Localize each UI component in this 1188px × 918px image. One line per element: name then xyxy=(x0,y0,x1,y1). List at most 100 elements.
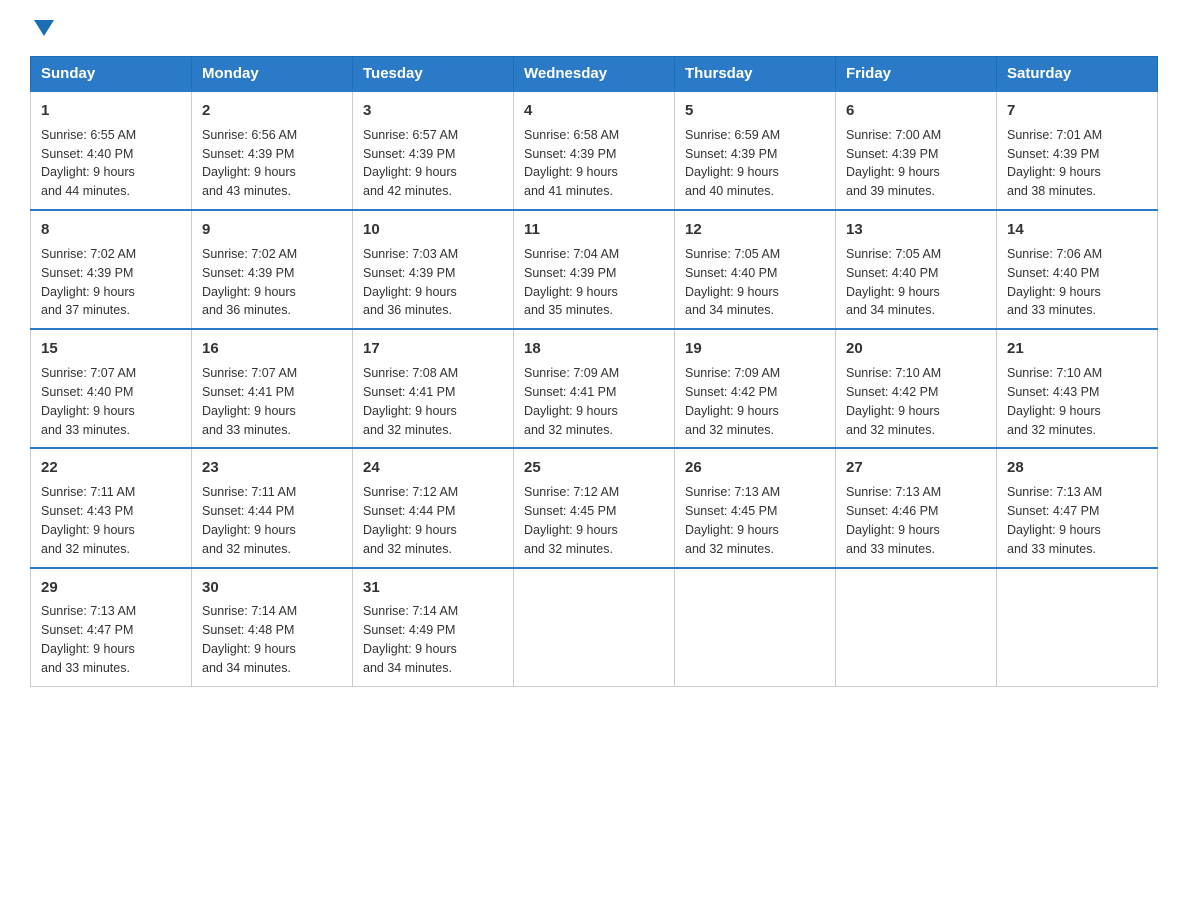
day-info: Sunrise: 7:05 AMSunset: 4:40 PMDaylight:… xyxy=(685,247,780,318)
day-info: Sunrise: 6:58 AMSunset: 4:39 PMDaylight:… xyxy=(524,128,619,199)
day-cell: 12 Sunrise: 7:05 AMSunset: 4:40 PMDaylig… xyxy=(675,210,836,329)
day-number: 20 xyxy=(846,338,986,360)
day-cell xyxy=(675,568,836,687)
day-cell: 31 Sunrise: 7:14 AMSunset: 4:49 PMDaylig… xyxy=(353,568,514,687)
day-number: 21 xyxy=(1007,338,1147,360)
day-info: Sunrise: 7:09 AMSunset: 4:41 PMDaylight:… xyxy=(524,366,619,437)
day-cell: 10 Sunrise: 7:03 AMSunset: 4:39 PMDaylig… xyxy=(353,210,514,329)
day-info: Sunrise: 7:05 AMSunset: 4:40 PMDaylight:… xyxy=(846,247,941,318)
day-number: 7 xyxy=(1007,100,1147,122)
day-number: 22 xyxy=(41,457,181,479)
day-number: 14 xyxy=(1007,219,1147,241)
day-cell: 16 Sunrise: 7:07 AMSunset: 4:41 PMDaylig… xyxy=(192,329,353,448)
day-cell: 1 Sunrise: 6:55 AMSunset: 4:40 PMDayligh… xyxy=(31,91,192,210)
day-info: Sunrise: 7:13 AMSunset: 4:45 PMDaylight:… xyxy=(685,485,780,556)
day-cell: 30 Sunrise: 7:14 AMSunset: 4:48 PMDaylig… xyxy=(192,568,353,687)
day-number: 9 xyxy=(202,219,342,241)
day-info: Sunrise: 7:03 AMSunset: 4:39 PMDaylight:… xyxy=(363,247,458,318)
day-number: 15 xyxy=(41,338,181,360)
day-cell: 29 Sunrise: 7:13 AMSunset: 4:47 PMDaylig… xyxy=(31,568,192,687)
day-number: 13 xyxy=(846,219,986,241)
column-header-wednesday: Wednesday xyxy=(514,57,675,92)
day-cell: 17 Sunrise: 7:08 AMSunset: 4:41 PMDaylig… xyxy=(353,329,514,448)
day-cell: 13 Sunrise: 7:05 AMSunset: 4:40 PMDaylig… xyxy=(836,210,997,329)
day-cell: 24 Sunrise: 7:12 AMSunset: 4:44 PMDaylig… xyxy=(353,448,514,567)
day-info: Sunrise: 7:01 AMSunset: 4:39 PMDaylight:… xyxy=(1007,128,1102,199)
day-cell xyxy=(836,568,997,687)
day-number: 19 xyxy=(685,338,825,360)
day-number: 11 xyxy=(524,219,664,241)
calendar-table: SundayMondayTuesdayWednesdayThursdayFrid… xyxy=(30,56,1158,687)
day-cell: 15 Sunrise: 7:07 AMSunset: 4:40 PMDaylig… xyxy=(31,329,192,448)
day-info: Sunrise: 7:08 AMSunset: 4:41 PMDaylight:… xyxy=(363,366,458,437)
column-header-saturday: Saturday xyxy=(997,57,1158,92)
page-header xyxy=(30,20,1158,36)
week-row-1: 1 Sunrise: 6:55 AMSunset: 4:40 PMDayligh… xyxy=(31,91,1158,210)
day-number: 24 xyxy=(363,457,503,479)
day-number: 29 xyxy=(41,577,181,599)
day-info: Sunrise: 7:11 AMSunset: 4:44 PMDaylight:… xyxy=(202,485,296,556)
day-info: Sunrise: 7:07 AMSunset: 4:41 PMDaylight:… xyxy=(202,366,297,437)
day-cell: 3 Sunrise: 6:57 AMSunset: 4:39 PMDayligh… xyxy=(353,91,514,210)
day-number: 6 xyxy=(846,100,986,122)
day-cell: 20 Sunrise: 7:10 AMSunset: 4:42 PMDaylig… xyxy=(836,329,997,448)
day-info: Sunrise: 7:14 AMSunset: 4:49 PMDaylight:… xyxy=(363,604,458,675)
day-number: 25 xyxy=(524,457,664,479)
day-number: 1 xyxy=(41,100,181,122)
day-info: Sunrise: 7:10 AMSunset: 4:42 PMDaylight:… xyxy=(846,366,941,437)
logo-triangle-icon xyxy=(34,20,54,36)
day-info: Sunrise: 7:02 AMSunset: 4:39 PMDaylight:… xyxy=(41,247,136,318)
day-cell: 14 Sunrise: 7:06 AMSunset: 4:40 PMDaylig… xyxy=(997,210,1158,329)
day-info: Sunrise: 7:12 AMSunset: 4:45 PMDaylight:… xyxy=(524,485,619,556)
day-info: Sunrise: 7:11 AMSunset: 4:43 PMDaylight:… xyxy=(41,485,135,556)
day-cell: 11 Sunrise: 7:04 AMSunset: 4:39 PMDaylig… xyxy=(514,210,675,329)
day-info: Sunrise: 6:55 AMSunset: 4:40 PMDaylight:… xyxy=(41,128,136,199)
day-cell: 4 Sunrise: 6:58 AMSunset: 4:39 PMDayligh… xyxy=(514,91,675,210)
day-cell: 23 Sunrise: 7:11 AMSunset: 4:44 PMDaylig… xyxy=(192,448,353,567)
day-number: 23 xyxy=(202,457,342,479)
day-info: Sunrise: 7:07 AMSunset: 4:40 PMDaylight:… xyxy=(41,366,136,437)
day-cell: 21 Sunrise: 7:10 AMSunset: 4:43 PMDaylig… xyxy=(997,329,1158,448)
day-cell: 26 Sunrise: 7:13 AMSunset: 4:45 PMDaylig… xyxy=(675,448,836,567)
day-number: 30 xyxy=(202,577,342,599)
day-number: 2 xyxy=(202,100,342,122)
column-header-monday: Monday xyxy=(192,57,353,92)
day-cell xyxy=(514,568,675,687)
week-row-2: 8 Sunrise: 7:02 AMSunset: 4:39 PMDayligh… xyxy=(31,210,1158,329)
day-number: 8 xyxy=(41,219,181,241)
column-header-sunday: Sunday xyxy=(31,57,192,92)
day-info: Sunrise: 7:04 AMSunset: 4:39 PMDaylight:… xyxy=(524,247,619,318)
day-cell: 2 Sunrise: 6:56 AMSunset: 4:39 PMDayligh… xyxy=(192,91,353,210)
column-header-thursday: Thursday xyxy=(675,57,836,92)
day-cell: 19 Sunrise: 7:09 AMSunset: 4:42 PMDaylig… xyxy=(675,329,836,448)
day-number: 10 xyxy=(363,219,503,241)
day-number: 4 xyxy=(524,100,664,122)
day-info: Sunrise: 7:14 AMSunset: 4:48 PMDaylight:… xyxy=(202,604,297,675)
day-cell: 6 Sunrise: 7:00 AMSunset: 4:39 PMDayligh… xyxy=(836,91,997,210)
day-info: Sunrise: 7:00 AMSunset: 4:39 PMDaylight:… xyxy=(846,128,941,199)
day-info: Sunrise: 6:56 AMSunset: 4:39 PMDaylight:… xyxy=(202,128,297,199)
day-number: 27 xyxy=(846,457,986,479)
day-info: Sunrise: 7:13 AMSunset: 4:47 PMDaylight:… xyxy=(1007,485,1102,556)
day-number: 31 xyxy=(363,577,503,599)
column-header-friday: Friday xyxy=(836,57,997,92)
day-info: Sunrise: 7:13 AMSunset: 4:47 PMDaylight:… xyxy=(41,604,136,675)
day-cell: 9 Sunrise: 7:02 AMSunset: 4:39 PMDayligh… xyxy=(192,210,353,329)
day-cell: 27 Sunrise: 7:13 AMSunset: 4:46 PMDaylig… xyxy=(836,448,997,567)
day-number: 3 xyxy=(363,100,503,122)
day-info: Sunrise: 7:10 AMSunset: 4:43 PMDaylight:… xyxy=(1007,366,1102,437)
day-info: Sunrise: 6:59 AMSunset: 4:39 PMDaylight:… xyxy=(685,128,780,199)
week-row-4: 22 Sunrise: 7:11 AMSunset: 4:43 PMDaylig… xyxy=(31,448,1158,567)
day-cell: 8 Sunrise: 7:02 AMSunset: 4:39 PMDayligh… xyxy=(31,210,192,329)
day-info: Sunrise: 6:57 AMSunset: 4:39 PMDaylight:… xyxy=(363,128,458,199)
days-header-row: SundayMondayTuesdayWednesdayThursdayFrid… xyxy=(31,57,1158,92)
day-cell: 5 Sunrise: 6:59 AMSunset: 4:39 PMDayligh… xyxy=(675,91,836,210)
logo xyxy=(30,20,54,36)
day-cell: 7 Sunrise: 7:01 AMSunset: 4:39 PMDayligh… xyxy=(997,91,1158,210)
day-number: 28 xyxy=(1007,457,1147,479)
day-info: Sunrise: 7:13 AMSunset: 4:46 PMDaylight:… xyxy=(846,485,941,556)
day-number: 12 xyxy=(685,219,825,241)
week-row-3: 15 Sunrise: 7:07 AMSunset: 4:40 PMDaylig… xyxy=(31,329,1158,448)
day-info: Sunrise: 7:12 AMSunset: 4:44 PMDaylight:… xyxy=(363,485,458,556)
day-cell: 28 Sunrise: 7:13 AMSunset: 4:47 PMDaylig… xyxy=(997,448,1158,567)
